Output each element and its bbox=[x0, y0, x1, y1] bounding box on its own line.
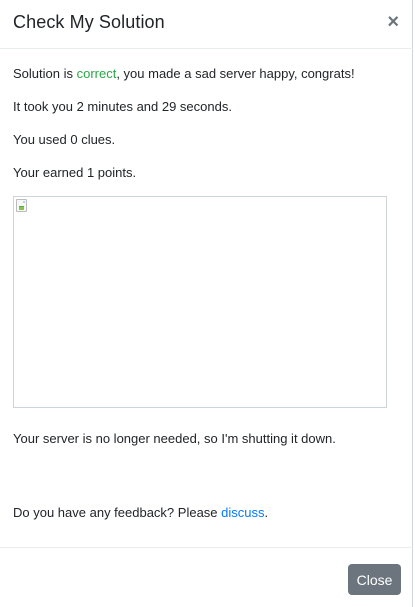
result-image bbox=[13, 196, 387, 408]
feedback-text: Do you have any feedback? Please discuss… bbox=[13, 505, 268, 521]
modal-title: Check My Solution bbox=[13, 12, 165, 32]
modal-header: Check My Solution × bbox=[0, 0, 413, 49]
close-button[interactable]: Close bbox=[348, 564, 401, 595]
solution-prefix: Solution is bbox=[13, 66, 77, 81]
broken-image-icon bbox=[16, 199, 27, 212]
points-text: Your earned 1 points. bbox=[13, 165, 137, 180]
discuss-link[interactable]: discuss bbox=[221, 505, 264, 520]
solution-status: correct bbox=[76, 66, 117, 81]
feedback-prefix: Do you have any feedback? Please bbox=[13, 505, 222, 520]
close-icon[interactable]: × bbox=[387, 12, 399, 32]
solution-suffix: , you made a sad server happy, congrats! bbox=[116, 66, 355, 81]
clues-text: You used 0 clues. bbox=[13, 132, 116, 147]
shutdown-text: Your server is no longer needed, so I'm … bbox=[13, 431, 336, 446]
time-text: It took you 2 minutes and 29 seconds. bbox=[13, 99, 232, 114]
feedback-suffix: . bbox=[264, 505, 269, 520]
solution-result-text: Solution is correct, you made a sad serv… bbox=[13, 66, 355, 82]
check-solution-modal: Check My Solution × Solution is correct,… bbox=[0, 0, 413, 607]
modal-footer: Close bbox=[0, 547, 413, 607]
